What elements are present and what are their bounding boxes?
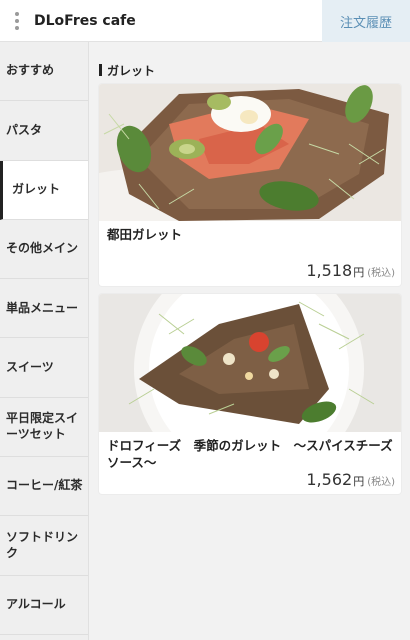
currency-label: 円 [353,475,365,488]
galette-photo [99,84,401,221]
order-history-button[interactable]: 注文履歴 [322,0,410,42]
heading-bar [99,64,102,76]
menu-item-price: 1,562 [306,470,353,489]
menu-item-name: ドロフィーズ 季節のガレット 〜スパイスチーズソース〜 [107,438,393,470]
menu-item-price: 1,518 [306,261,353,280]
sidebar-item-soft-drinks[interactable]: ソフトドリンク [0,516,88,576]
menu-item-name: 都田ガレット [107,227,183,242]
seasonal-galette-photo [99,294,401,432]
app-header: DLoFres cafe 注文履歴 [0,0,410,42]
sidebar-item-coffee-tea[interactable]: コーヒー/紅茶 [0,457,88,517]
sidebar-item-alcohol[interactable]: アルコール [0,576,88,635]
menu-item-card[interactable]: 都田ガレット 1,518 円 (税込) [99,84,401,286]
app-title: DLoFres cafe [34,12,136,29]
sidebar-item-pasta[interactable]: パスタ [0,101,88,161]
sidebar-item-weekday-sweets-set[interactable]: 平日限定スイーツセット [0,398,88,458]
price-row: 1,562 円 (税込) [306,470,395,489]
sidebar-item-sweets[interactable]: スイーツ [0,338,88,398]
category-sidebar: おすすめ パスタ ガレット その他メイン 単品メニュー スイーツ 平日限定スイー… [0,42,89,640]
more-menu-icon[interactable] [6,0,28,42]
sidebar-item-recommended[interactable]: おすすめ [0,42,88,102]
tax-note: (税込) [367,477,395,488]
sidebar-item-single-menu[interactable]: 単品メニュー [0,279,88,339]
sidebar-item-galette[interactable]: ガレット [0,160,88,220]
menu-item-card[interactable]: ドロフィーズ 季節のガレット 〜スパイスチーズソース〜 1,562 円 (税込) [99,294,401,494]
price-row: 1,518 円 (税込) [306,261,395,280]
currency-label: 円 [353,266,365,279]
section-title: ガレット [107,63,156,78]
tax-note: (税込) [367,268,395,279]
sidebar-item-other-main[interactable]: その他メイン [0,220,88,280]
section-heading: ガレット [99,62,401,78]
menu-content: ガレット 都田ガレット 1,518 円 (税込) ドロフィーズ 季節のガレット … [89,42,410,640]
